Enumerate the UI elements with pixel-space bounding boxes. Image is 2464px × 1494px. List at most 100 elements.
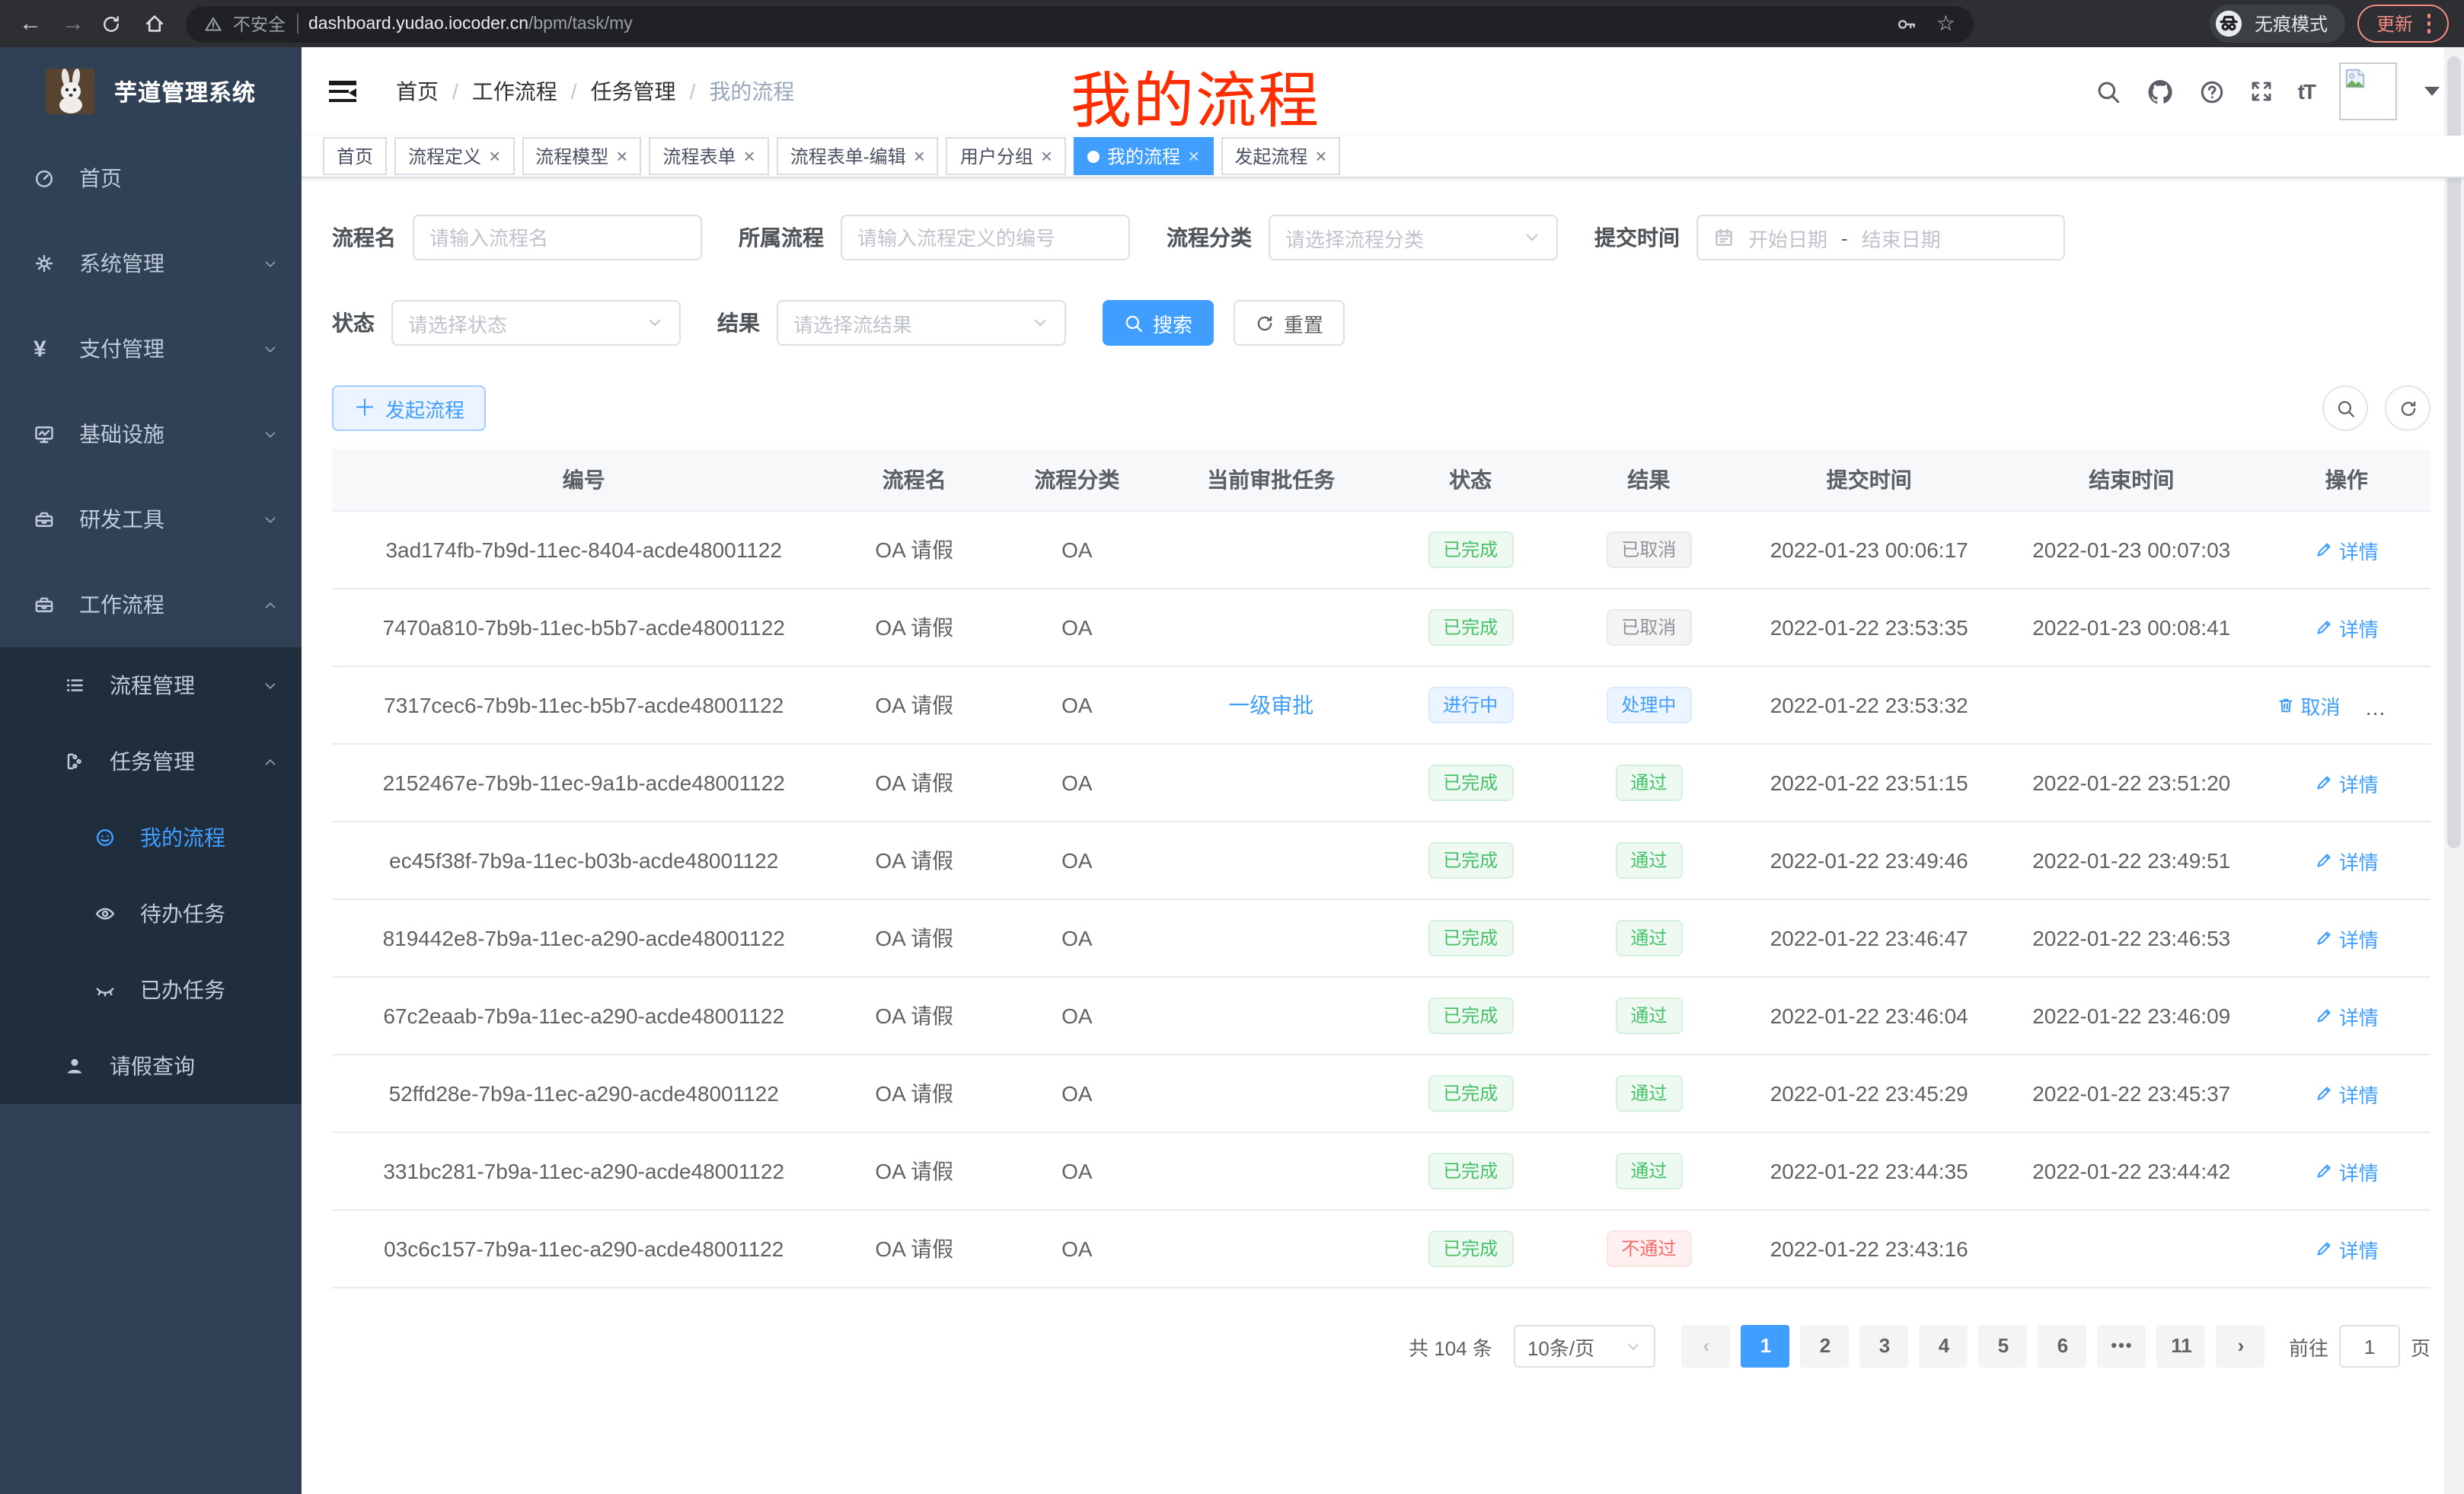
category-select[interactable]: 请选择流程分类 xyxy=(1269,215,1558,260)
detail-button[interactable]: 详情 xyxy=(2315,846,2379,875)
sidebar-item-eye-closed[interactable]: 已办任务 xyxy=(0,952,302,1028)
toolbox-icon xyxy=(34,507,58,532)
page-size-select[interactable]: 10条/页 xyxy=(1514,1325,1655,1368)
sidebar-item-flow[interactable]: 任务管理 xyxy=(0,723,302,800)
cell-current-task xyxy=(1161,589,1381,666)
forward-icon[interactable]: → xyxy=(58,0,88,47)
logo[interactable]: 芋道管理系统 xyxy=(0,47,302,136)
cancel-button[interactable]: 取消 xyxy=(2276,691,2340,720)
sidebar-item-label: 流程管理 xyxy=(110,670,195,701)
sidebar-item-eye[interactable]: 待办任务 xyxy=(0,876,302,952)
search-icon xyxy=(2335,398,2355,418)
address-bar[interactable]: 不安全 dashboard.yudao.iocoder.cn/bpm/task/… xyxy=(186,5,1974,42)
bookmark-star-icon[interactable]: ☆ xyxy=(1936,11,1955,37)
refresh-table-button[interactable] xyxy=(2385,385,2430,431)
close-icon[interactable]: × xyxy=(616,146,627,166)
detail-button[interactable]: 详情 xyxy=(2315,1079,2379,1108)
result-select[interactable]: 请选择流结果 xyxy=(777,300,1066,346)
fullscreen-icon[interactable] xyxy=(2249,79,2274,104)
scrollbar[interactable] xyxy=(2444,47,2464,1494)
breadcrumb-item[interactable]: 工作流程 xyxy=(472,76,557,107)
sidebar-item-toolbox[interactable]: 工作流程 xyxy=(0,562,302,647)
tab-我的流程[interactable]: 我的流程× xyxy=(1074,137,1213,175)
status-badge: 已完成 xyxy=(1428,765,1513,801)
tab-首页[interactable]: 首页 xyxy=(323,137,387,175)
breadcrumb-item[interactable]: 首页 xyxy=(396,76,439,107)
tab-用户分组[interactable]: 用户分组× xyxy=(946,137,1066,175)
date-range-picker[interactable]: 开始日期 - 结束日期 xyxy=(1696,215,2065,260)
tab-发起流程[interactable]: 发起流程× xyxy=(1221,137,1340,175)
page-button[interactable]: 4 xyxy=(1920,1325,1968,1368)
sidebar-item-user[interactable]: 请假查询 xyxy=(0,1028,302,1104)
sidebar-item-monitor[interactable]: 基础设施 xyxy=(0,391,302,477)
reset-button[interactable]: 重置 xyxy=(1234,300,1345,346)
page-button[interactable]: 6 xyxy=(2038,1325,2087,1368)
process-definition-input[interactable] xyxy=(841,215,1130,260)
browser-menu-icon[interactable] xyxy=(2427,14,2430,34)
detail-button[interactable]: 详情 xyxy=(2315,613,2379,642)
page-button[interactable]: 5 xyxy=(1979,1325,2028,1368)
detail-button[interactable]: 详情 xyxy=(2315,1157,2379,1186)
home-icon[interactable] xyxy=(143,12,174,35)
sidebar-item-yen[interactable]: ¥支付管理 xyxy=(0,306,302,391)
detail-button[interactable]: 详情 xyxy=(2315,924,2379,953)
monitor-icon xyxy=(34,422,58,446)
more-pages-button[interactable]: ••• xyxy=(2098,1325,2146,1368)
tab-流程模型[interactable]: 流程模型× xyxy=(522,137,641,175)
jump-page-input[interactable] xyxy=(2339,1325,2400,1368)
start-process-button[interactable]: ＋ 发起流程 xyxy=(332,385,486,431)
sidebar-item-label: 我的流程 xyxy=(140,822,225,853)
detail-button[interactable]: 详情 xyxy=(2315,1001,2379,1030)
sidebar-item-gauge[interactable]: 首页 xyxy=(0,136,302,221)
page-button[interactable]: 3 xyxy=(1860,1325,1909,1368)
reload-icon[interactable] xyxy=(101,13,131,34)
close-icon[interactable]: × xyxy=(1041,146,1052,166)
table-row: 331bc281-7b9a-11ec-a290-acde48001122OA 请… xyxy=(332,1132,2430,1210)
result-label: 结果 xyxy=(717,308,760,338)
gauge-icon xyxy=(34,166,58,190)
sidebar-collapse-icon[interactable] xyxy=(329,81,356,102)
detail-button[interactable]: 详情 xyxy=(2315,1234,2379,1263)
prev-page-button[interactable]: ‹ xyxy=(1682,1325,1731,1368)
sidebar-item-toolbox[interactable]: 研发工具 xyxy=(0,477,302,562)
page-button[interactable]: 1 xyxy=(1741,1325,1790,1368)
close-icon[interactable]: × xyxy=(1315,146,1326,166)
breadcrumb-item[interactable]: 任务管理 xyxy=(591,76,676,107)
help-icon[interactable] xyxy=(2199,78,2225,104)
table-row: 7470a810-7b9b-11ec-b5b7-acde48001122OA 请… xyxy=(332,589,2430,666)
process-name-input[interactable] xyxy=(413,215,702,260)
show-search-button[interactable] xyxy=(2322,385,2368,431)
page-button[interactable]: 2 xyxy=(1801,1325,1850,1368)
tab-流程表单[interactable]: 流程表单× xyxy=(649,137,768,175)
page-button[interactable]: 11 xyxy=(2157,1325,2206,1368)
search-icon xyxy=(1124,313,1144,333)
tab-流程定义[interactable]: 流程定义× xyxy=(394,137,514,175)
close-icon[interactable]: × xyxy=(914,146,925,166)
font-size-icon[interactable]: tT xyxy=(2298,79,2315,104)
tab-流程表单-编辑[interactable]: 流程表单-编辑× xyxy=(777,137,939,175)
sidebar-item-label: 系统管理 xyxy=(79,248,164,279)
update-button[interactable]: 更新 xyxy=(2358,5,2449,43)
task-link[interactable]: 一级审批 xyxy=(1228,693,1313,717)
status-badge: 已完成 xyxy=(1428,1075,1513,1112)
search-icon[interactable] xyxy=(2095,78,2121,104)
status-select[interactable]: 请选择状态 xyxy=(391,300,681,346)
chevron-down-icon[interactable] xyxy=(2424,87,2440,96)
search-button[interactable]: 搜索 xyxy=(1103,300,1214,346)
close-icon[interactable]: × xyxy=(744,146,755,166)
key-icon[interactable] xyxy=(1897,13,1918,34)
sidebar-item-list[interactable]: 流程管理 xyxy=(0,647,302,723)
sidebar-item-gear[interactable]: 系统管理 xyxy=(0,221,302,306)
cell-process-name: OA 请假 xyxy=(835,589,993,666)
next-page-button[interactable]: › xyxy=(2217,1325,2265,1368)
avatar[interactable] xyxy=(2339,62,2397,120)
sidebar-item-label: 已办任务 xyxy=(140,975,225,1005)
github-icon[interactable] xyxy=(2146,77,2175,106)
cell-process-name: OA 请假 xyxy=(835,977,993,1055)
detail-button[interactable]: 详情 xyxy=(2315,535,2379,564)
sidebar-item-face[interactable]: 我的流程 xyxy=(0,800,302,876)
detail-button[interactable]: 详情 xyxy=(2315,768,2379,797)
close-icon[interactable]: × xyxy=(1188,146,1199,166)
back-icon[interactable]: ← xyxy=(15,0,46,47)
close-icon[interactable]: × xyxy=(489,146,500,166)
